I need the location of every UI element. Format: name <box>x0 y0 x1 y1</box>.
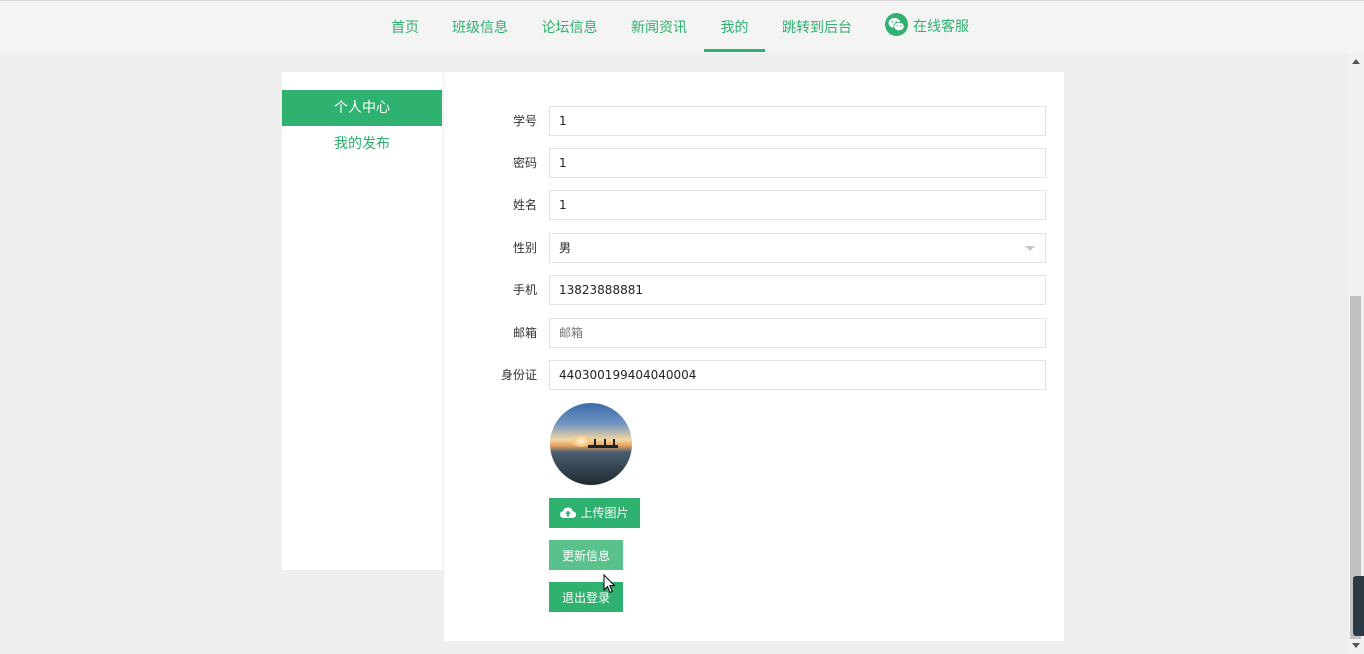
upload-image-label: 上传图片 <box>580 506 629 520</box>
nav-item-class-info[interactable]: 班级信息 <box>451 1 509 52</box>
gender-select[interactable]: 男 <box>549 233 1046 263</box>
scroll-down-arrow-icon[interactable] <box>1352 643 1360 648</box>
nav-item-news[interactable]: 新闻资讯 <box>630 1 688 52</box>
form-row-phone: 手机 <box>444 275 1064 305</box>
pier-post <box>604 439 606 447</box>
nav-item-forum[interactable]: 论坛信息 <box>540 1 599 52</box>
email-input[interactable] <box>549 318 1046 348</box>
side-widget-tab[interactable] <box>1353 576 1364 636</box>
cloud-upload-icon <box>560 507 577 518</box>
sidebar: 个人中心 我的发布 <box>282 72 443 570</box>
sidebar-item-personal-center[interactable]: 个人中心 <box>282 90 442 126</box>
chevron-down-icon <box>1025 246 1035 251</box>
update-info-button[interactable]: 更新信息 <box>549 540 623 570</box>
pier-post <box>594 439 596 447</box>
form-row-id-card: 身份证 <box>444 360 1064 390</box>
profile-panel: 学号 密码 姓名 性别 男 手机 邮箱 身份证 <box>444 72 1064 641</box>
gender-label: 性别 <box>512 241 537 255</box>
nav-item-mine[interactable]: 我的 <box>704 1 765 52</box>
nav-item-home[interactable]: 首页 <box>390 1 420 52</box>
name-input[interactable] <box>549 190 1046 220</box>
online-service-label: 在线客服 <box>913 18 969 35</box>
id-card-label: 身份证 <box>500 368 537 382</box>
top-nav: 首页 班级信息 论坛信息 新闻资讯 我的 跳转到后台 在线客服 <box>0 0 1364 53</box>
form-row-student-id: 学号 <box>444 106 1064 136</box>
password-label: 密码 <box>512 156 537 170</box>
id-card-input[interactable] <box>549 360 1046 390</box>
sidebar-item-my-posts[interactable]: 我的发布 <box>282 126 442 162</box>
form-row-gender: 性别 男 <box>444 233 1064 263</box>
phone-input[interactable] <box>549 275 1046 305</box>
upload-image-button[interactable]: 上传图片 <box>549 498 640 528</box>
form-row-email: 邮箱 <box>444 318 1064 348</box>
name-label: 姓名 <box>512 198 537 212</box>
email-label: 邮箱 <box>512 326 537 340</box>
nav-item-online-service[interactable]: 在线客服 <box>885 1 975 52</box>
phone-label: 手机 <box>512 283 537 297</box>
gender-selected-value: 男 <box>559 241 572 255</box>
form-row-password: 密码 <box>444 148 1064 178</box>
page-scrollbar[interactable] <box>1348 53 1364 654</box>
nav-item-admin[interactable]: 跳转到后台 <box>781 1 853 52</box>
scroll-up-arrow-icon[interactable] <box>1352 59 1360 64</box>
student-id-input[interactable] <box>549 106 1046 136</box>
avatar <box>550 403 632 485</box>
wechat-icon <box>885 13 908 36</box>
password-input[interactable] <box>549 148 1046 178</box>
student-id-label: 学号 <box>512 114 537 128</box>
mouse-cursor-icon <box>603 574 616 594</box>
form-row-name: 姓名 <box>444 190 1064 220</box>
pier-post <box>613 439 615 447</box>
